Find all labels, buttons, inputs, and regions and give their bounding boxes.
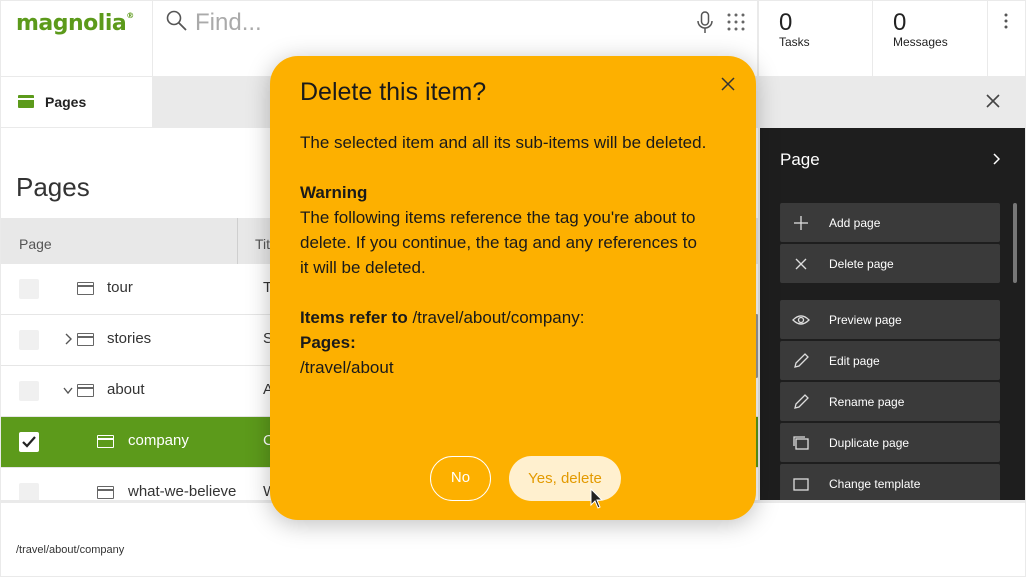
magnolia-logo[interactable]: magnolia®: [16, 11, 134, 36]
warning-line: delete. If you continue, the tag and any…: [300, 233, 697, 252]
column-divider[interactable]: [237, 218, 238, 269]
pages-app-icon: [18, 95, 34, 108]
dialog-body: The selected item and all its sub-items …: [300, 130, 720, 380]
action-panel-scrollbar[interactable]: [1013, 203, 1017, 283]
rename-page-action[interactable]: Rename page: [780, 382, 1000, 421]
action-label: Rename page: [829, 395, 905, 409]
add-page-action[interactable]: Add page: [780, 203, 1000, 242]
pencil-icon: [794, 353, 809, 368]
search-input[interactable]: [195, 7, 675, 39]
row-checkbox-checked[interactable]: [19, 432, 39, 452]
row-page-name: about: [107, 381, 145, 398]
action-label: Preview page: [829, 313, 902, 327]
logo-registered-mark: ®: [126, 11, 134, 20]
yes-delete-button[interactable]: Yes, delete: [509, 456, 621, 501]
warning-line: it will be deleted.: [300, 258, 426, 277]
messages-counter[interactable]: 0 Messages: [873, 1, 987, 76]
action-label: Delete page: [829, 257, 894, 271]
close-app-icon[interactable]: [984, 92, 1002, 110]
chevron-down-icon[interactable]: [63, 383, 73, 397]
messages-count: 0: [893, 9, 907, 36]
chevron-right-icon[interactable]: [992, 153, 1000, 165]
microphone-icon[interactable]: [696, 11, 714, 35]
no-button[interactable]: No: [430, 456, 491, 501]
warning-line: The following items reference the tag yo…: [300, 208, 696, 227]
dialog-message: The selected item and all its sub-items …: [300, 133, 707, 152]
page-icon: [97, 435, 114, 448]
action-label: Change template: [829, 477, 921, 491]
dialog-title: Delete this item?: [300, 78, 487, 106]
row-page-name: tour: [107, 279, 133, 296]
action-panel-title: Page: [780, 150, 820, 169]
pencil-icon: [794, 394, 809, 409]
edit-page-action[interactable]: Edit page: [780, 341, 1000, 380]
row-page-name: company: [128, 432, 189, 449]
checkmark-icon: [22, 436, 36, 448]
page-icon: [97, 486, 114, 499]
action-label: Add page: [829, 216, 881, 230]
row-page-name: stories: [107, 330, 152, 347]
row-checkbox[interactable]: [19, 483, 39, 500]
action-label: Edit page: [829, 354, 880, 368]
logo-text: magnolia: [16, 11, 127, 36]
tasks-label: Tasks: [779, 35, 810, 49]
page-title: Pages: [16, 172, 90, 202]
more-vertical-icon: [1004, 13, 1008, 29]
page-icon: [77, 282, 94, 295]
x-icon: [795, 258, 807, 270]
status-path: /travel/about/company: [16, 544, 125, 556]
pages-path: /travel/about: [300, 358, 394, 377]
tab-pages-label: Pages: [45, 94, 87, 110]
messages-label: Messages: [893, 35, 948, 49]
action-panel: Page Add page Delete page Preview page E…: [760, 128, 1025, 500]
row-checkbox[interactable]: [19, 330, 39, 350]
duplicate-page-action[interactable]: Duplicate page: [780, 423, 1000, 462]
refer-label: Items refer to: [300, 308, 408, 327]
mouse-cursor-icon: [590, 488, 604, 509]
refer-path: /travel/about/company:: [412, 308, 585, 327]
chevron-right-icon[interactable]: [63, 332, 73, 346]
eye-icon: [792, 315, 810, 325]
row-checkbox[interactable]: [19, 279, 39, 299]
plus-icon: [794, 216, 808, 230]
delete-confirm-dialog: Delete this item? The selected item and …: [270, 56, 756, 520]
delete-page-action[interactable]: Delete page: [780, 244, 1000, 283]
more-menu-button[interactable]: [988, 1, 1025, 76]
template-icon: [793, 478, 809, 491]
tasks-count: 0: [779, 9, 793, 36]
page-icon: [77, 384, 94, 397]
app-launcher-icon[interactable]: [726, 12, 746, 32]
tasks-counter[interactable]: 0 Tasks: [759, 1, 872, 76]
search-icon[interactable]: [165, 9, 189, 33]
column-header-page[interactable]: Page: [19, 236, 52, 252]
duplicate-icon: [793, 436, 809, 450]
page-icon: [77, 333, 94, 346]
tab-pages[interactable]: Pages: [1, 77, 152, 127]
action-label: Duplicate page: [829, 436, 910, 450]
row-checkbox[interactable]: [19, 381, 39, 401]
preview-page-action[interactable]: Preview page: [780, 300, 1000, 339]
row-page-name: what-we-believe: [128, 483, 237, 500]
change-template-action[interactable]: Change template: [780, 464, 1000, 500]
warning-heading: Warning: [300, 183, 368, 202]
logo-area[interactable]: magnolia®: [1, 1, 152, 76]
close-icon[interactable]: [721, 77, 735, 91]
pages-label: Pages:: [300, 333, 356, 352]
